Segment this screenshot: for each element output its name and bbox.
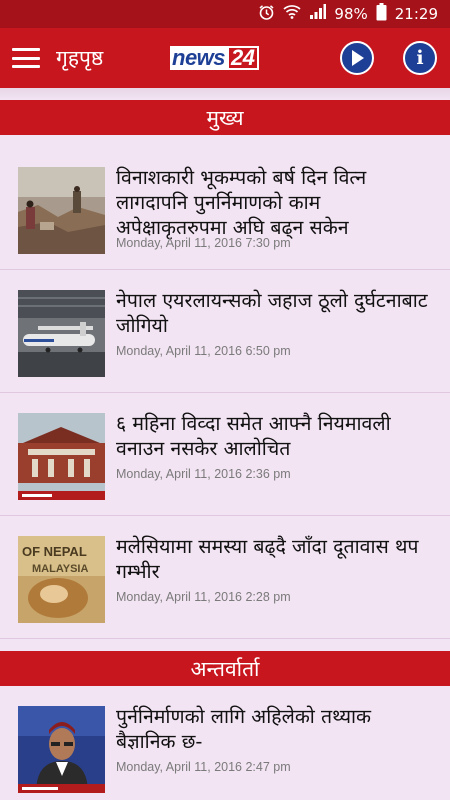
page-title: गृहपृष्ठ <box>56 46 104 70</box>
wifi-icon <box>283 4 301 24</box>
article-date: Monday, April 11, 2016 2:36 pm <box>116 467 291 481</box>
section-title: मुख्य <box>206 105 244 130</box>
article-item[interactable]: ६ महिना विव्दा समेत आफ्नै नियमावली वनाउन… <box>0 393 450 516</box>
battery-percent: 98% <box>334 5 368 23</box>
info-button[interactable]: i <box>403 41 437 75</box>
article-date: Monday, April 11, 2016 2:28 pm <box>116 590 291 604</box>
article-date: Monday, April 11, 2016 2:47 pm <box>116 760 291 774</box>
article-headline: विनाशकारी भूकम्पको बर्ष दिन वित्न लागदाप… <box>116 166 367 239</box>
article-thumbnail <box>18 290 105 377</box>
article-headline: मलेसियामा समस्या बढ्दै जाँदा दूतावास थप … <box>116 535 419 583</box>
alarm-clock-icon <box>258 4 275 25</box>
play-icon <box>352 50 364 66</box>
status-bar: 98% 21:29 <box>0 0 450 28</box>
article-thumbnail: OF NEPAL MALAYSIA <box>18 536 105 623</box>
article-headline: ६ महिना विव्दा समेत आफ्नै नियमावली वनाउन… <box>116 412 391 460</box>
section-title: अन्तर्वार्ता <box>190 656 260 681</box>
thumbnail-sign-text: OF NEPAL <box>22 544 87 559</box>
section-header-main: मुख्य <box>0 100 450 135</box>
article-date: Monday, April 11, 2016 6:50 pm <box>116 344 291 358</box>
article-item[interactable]: OF NEPAL MALAYSIA मलेसियामा समस्या बढ्दै… <box>0 516 450 639</box>
article-item[interactable]: नेपाल एयरलायन्सको जहाज ठूलो दुर्घटनाबाट … <box>0 270 450 393</box>
article-thumbnail <box>18 706 105 793</box>
article-headline: पुर्ननिर्माणको लागि अहिलेको तथ्याक बैज्ञ… <box>116 705 372 753</box>
clock-time: 21:29 <box>394 5 438 23</box>
article-thumbnail <box>18 413 105 500</box>
article-date: Monday, April 11, 2016 7:30 pm <box>116 236 291 250</box>
thumbnail-sign-text: MALAYSIA <box>32 563 88 575</box>
article-thumbnail <box>18 167 105 254</box>
play-button[interactable] <box>340 41 374 75</box>
news24-logo: news 24 <box>170 46 281 70</box>
article-item[interactable]: विनाशकारी भूकम्पको बर्ष दिन वित्न लागदाप… <box>0 147 450 270</box>
logo-text: news <box>170 45 228 70</box>
list-top-shadow <box>0 88 450 100</box>
logo-number: 24 <box>227 46 259 70</box>
info-icon: i <box>416 47 424 69</box>
article-headline: नेपाल एयरलायन्सको जहाज ठूलो दुर्घटनाबाट … <box>116 289 428 337</box>
article-item[interactable]: पुर्ननिर्माणको लागि अहिलेको तथ्याक बैज्ञ… <box>0 686 450 800</box>
signal-icon <box>309 4 327 24</box>
menu-icon[interactable] <box>12 48 40 68</box>
section-header-interview: अन्तर्वार्ता <box>0 651 450 686</box>
battery-icon <box>376 3 387 25</box>
